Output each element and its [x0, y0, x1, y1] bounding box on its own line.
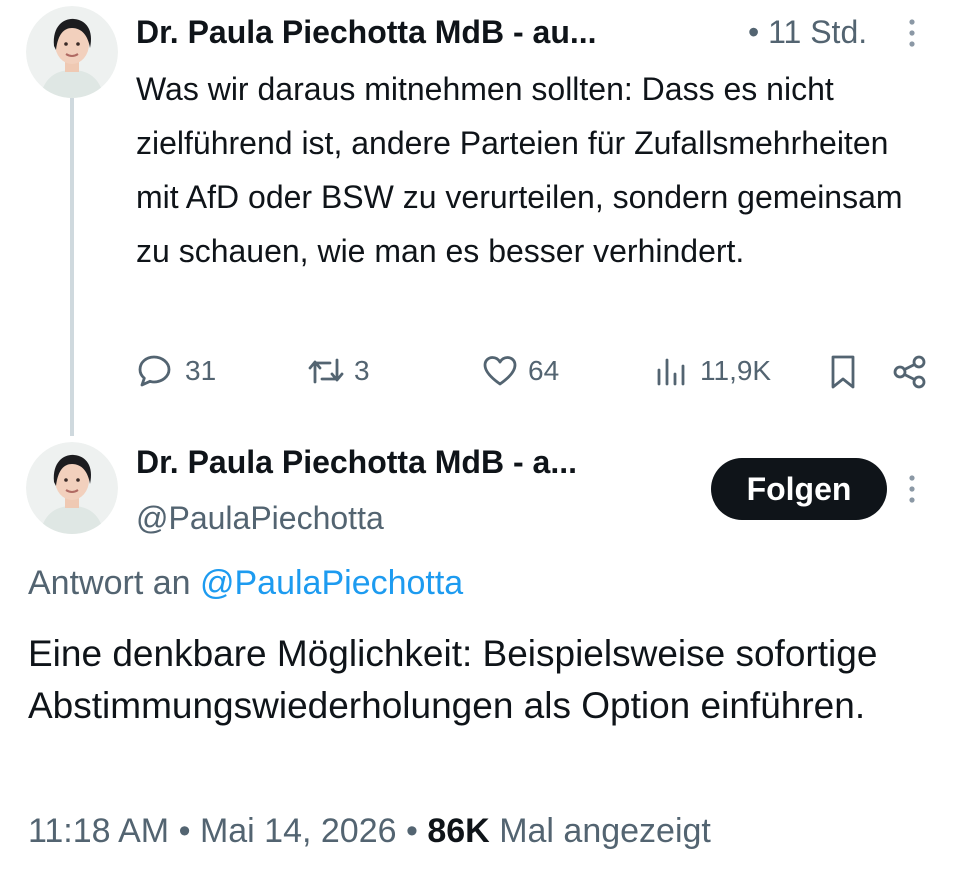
- tweet-text: Eine denkbare Möglichkeit: Beispielsweis…: [28, 633, 878, 726]
- thread-line: [70, 98, 74, 436]
- like-icon: [482, 354, 518, 388]
- more-icon[interactable]: [906, 474, 918, 509]
- tweet-time[interactable]: 11:18 AM: [28, 812, 169, 850]
- reply-prefix: Antwort an: [28, 564, 191, 602]
- reply-context: Antwort an @PaulaPiechotta: [28, 564, 463, 603]
- separator: •: [178, 812, 191, 850]
- time-label: 11 Std.: [768, 14, 868, 50]
- repost-count: 3: [354, 355, 370, 386]
- views-button[interactable]: 11,9K: [654, 354, 771, 388]
- bookmark-button[interactable]: [828, 354, 858, 390]
- views-count: 86K: [427, 812, 490, 850]
- repost-icon: [306, 354, 346, 388]
- separator: •: [748, 14, 760, 50]
- author-name[interactable]: Dr. Paula Piechotta MdB - au...: [136, 14, 597, 51]
- author-handle[interactable]: @PaulaPiechotta: [136, 500, 384, 537]
- separator: •: [406, 812, 418, 850]
- avatar[interactable]: [26, 442, 118, 534]
- avatar[interactable]: [26, 6, 118, 98]
- more-icon[interactable]: [906, 18, 918, 53]
- tweet-text: Was wir daraus mitnehmen sollten: Dass e…: [136, 71, 903, 269]
- tweet-time: • 11 Std.: [748, 14, 867, 51]
- tweet-footer: 11:18 AM • Mai 14, 2026 • 86K Mal angeze…: [28, 812, 711, 851]
- share-button[interactable]: [892, 354, 928, 390]
- reply-to-link[interactable]: @PaulaPiechotta: [200, 564, 463, 602]
- like-button[interactable]: 64: [482, 354, 559, 388]
- bookmark-icon: [828, 354, 858, 390]
- reply-button[interactable]: 31: [137, 354, 216, 388]
- follow-button[interactable]: Folgen: [711, 458, 887, 520]
- author-name[interactable]: Dr. Paula Piechotta MdB - a...: [136, 444, 577, 481]
- repost-button[interactable]: 3: [306, 354, 370, 388]
- share-icon: [892, 354, 928, 390]
- reply-count: 31: [185, 355, 217, 386]
- views-count: 11,9K: [700, 355, 772, 386]
- like-count: 64: [528, 355, 560, 386]
- views-label: Mal angezeigt: [499, 812, 711, 850]
- tweet-date[interactable]: Mai 14, 2026: [200, 812, 397, 850]
- views-icon: [654, 354, 688, 388]
- reply-icon: [137, 354, 173, 388]
